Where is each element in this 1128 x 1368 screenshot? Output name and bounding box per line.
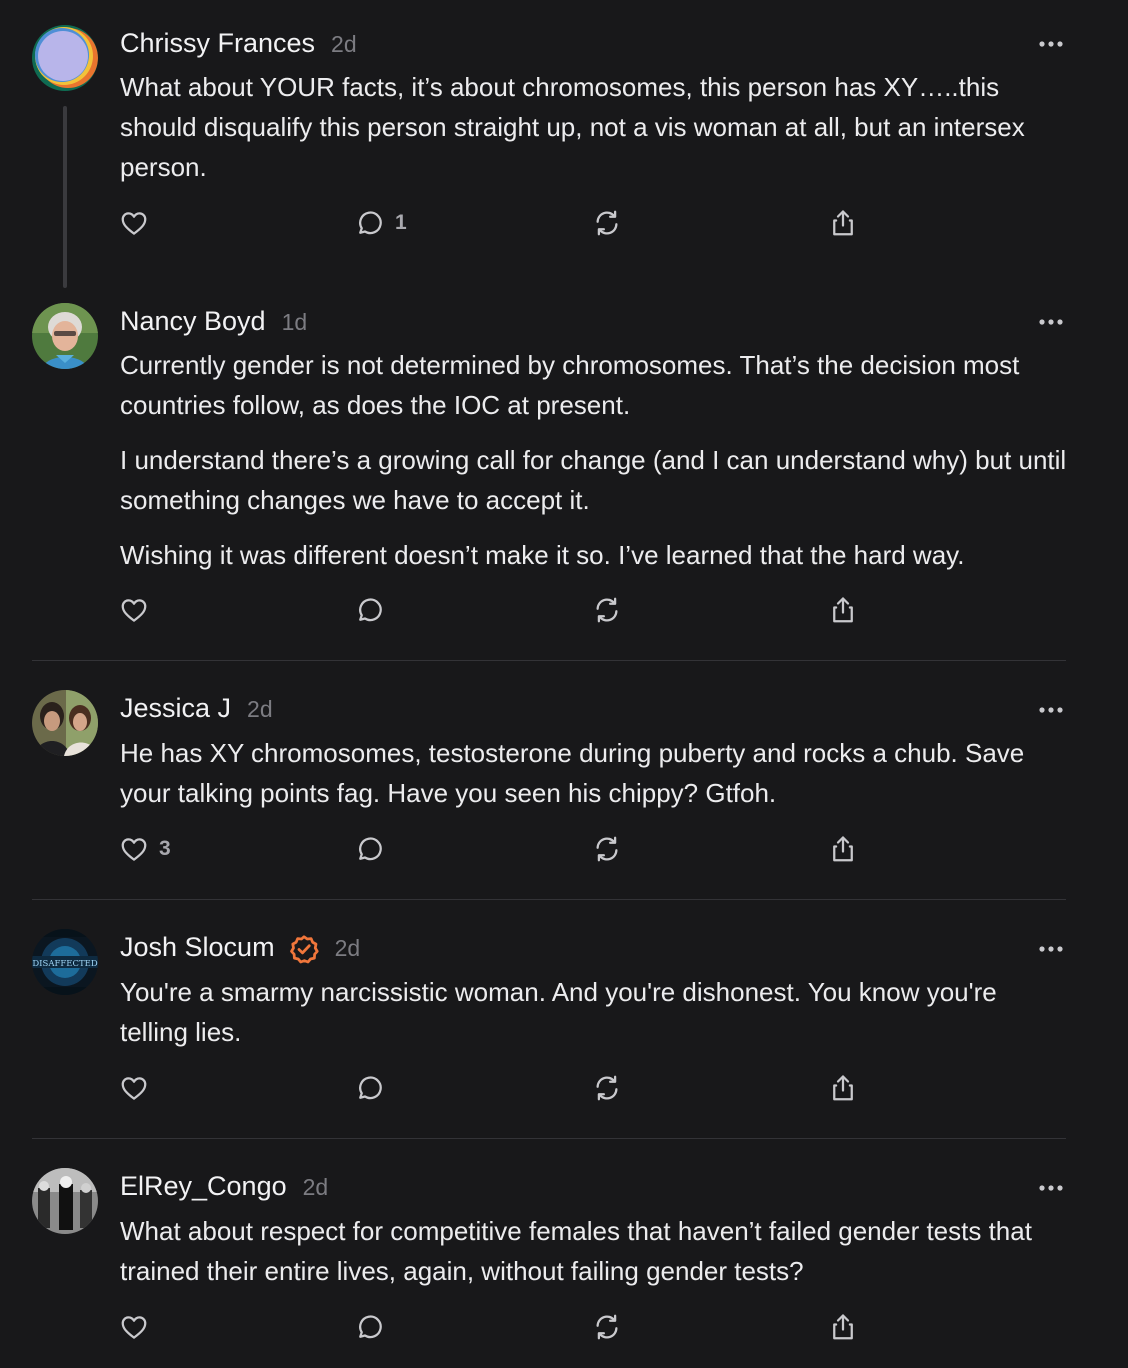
timestamp[interactable]: 2d [247,696,273,723]
reply-button[interactable] [355,592,395,628]
comment-header: ElRey_Congo 2d [120,1171,328,1205]
like-button[interactable] [119,1070,159,1106]
like-button[interactable] [119,1309,159,1345]
comment-header: Josh Slocum 2d [120,932,360,966]
comment-body: You're a smarmy narcissistic woman. And … [120,972,1070,1052]
comment-header: Chrissy Frances 2d [120,28,357,62]
share-icon [833,836,853,862]
more-options-icon[interactable] [1036,38,1066,50]
comment-item: DISAFFECTED Josh Slocum 2d You're a smar… [0,900,1128,1138]
restack-button[interactable] [592,1070,622,1106]
restack-icon [596,836,618,862]
comment-body: He has XY chromosomes, testosterone duri… [120,733,1070,813]
share-button[interactable] [828,1070,858,1106]
author-name[interactable]: ElRey_Congo [120,1171,287,1202]
comment-body: Currently gender is not determined by ch… [120,345,1070,575]
comment-paragraph: Currently gender is not determined by ch… [120,350,1020,420]
share-icon [833,210,853,236]
comment-paragraph: He has XY chromosomes, testosterone duri… [120,738,1025,808]
share-button[interactable] [828,831,858,867]
reply-button[interactable] [355,831,395,867]
author-name[interactable]: Josh Slocum [120,932,275,963]
heart-icon [121,212,147,235]
share-button[interactable] [828,1309,858,1345]
comment-actions [0,592,1128,628]
comment-actions [0,1309,1128,1345]
author-name[interactable]: Nancy Boyd [120,306,266,337]
author-name[interactable]: Jessica J [120,693,231,724]
restack-icon [596,1075,618,1101]
heart-icon [121,1077,147,1100]
speech-bubble-icon [359,1315,382,1339]
avatar[interactable] [32,1168,98,1234]
verified-badge-icon [289,935,319,964]
comment-item: Chrissy Frances 2d What about YOUR facts… [0,0,1128,290]
like-button[interactable] [119,592,159,628]
avatar[interactable] [32,25,98,91]
timestamp[interactable]: 2d [303,1174,329,1201]
thread-line [63,106,67,288]
reply-button[interactable] [355,1309,395,1345]
more-options-icon[interactable] [1036,316,1066,328]
heart-icon [121,1316,147,1339]
speech-bubble-icon [359,211,382,235]
reply-button[interactable] [355,1070,395,1106]
timestamp[interactable]: 1d [282,309,308,336]
comment-actions: 1 [0,205,1128,241]
share-icon [833,1075,853,1101]
comment-paragraph: I understand there’s a growing call for … [120,445,1067,515]
restack-icon [596,210,618,236]
heart-icon [121,599,147,622]
author-name[interactable]: Chrissy Frances [120,28,315,59]
like-button[interactable]: 3 [119,831,171,867]
reply-button[interactable]: 1 [355,205,407,241]
share-icon [833,597,853,623]
more-options-icon[interactable] [1036,943,1066,955]
avatar[interactable] [32,303,98,369]
comment-paragraph: What about YOUR facts, it’s about chromo… [120,72,1025,182]
like-button[interactable] [119,205,159,241]
more-options-icon[interactable] [1036,1182,1066,1194]
comment-paragraph: Wishing it was different doesn’t make it… [120,540,965,570]
restack-button[interactable] [592,592,622,628]
more-options-icon[interactable] [1036,704,1066,716]
reply-count: 1 [395,211,407,234]
comment-header: Nancy Boyd 1d [120,306,307,340]
restack-button[interactable] [592,205,622,241]
avatar[interactable]: DISAFFECTED [32,929,98,995]
comment-body: What about respect for competitive femal… [120,1211,1070,1291]
comment-item: Jessica J 2d He has XY chromosomes, test… [0,661,1128,899]
share-icon [833,1314,853,1340]
speech-bubble-icon [359,598,382,622]
restack-icon [596,1314,618,1340]
restack-button[interactable] [592,831,622,867]
avatar-logo-text: DISAFFECTED [32,959,98,969]
timestamp[interactable]: 2d [331,31,357,58]
comment-paragraph: You're a smarmy narcissistic woman. And … [120,977,997,1047]
comment-actions [0,1070,1128,1106]
comment-paragraph: What about respect for competitive femal… [120,1216,1032,1286]
comment-item: Nancy Boyd 1d Currently gender is not de… [0,290,1128,660]
restack-button[interactable] [592,1309,622,1345]
restack-icon [596,597,618,623]
comment-actions: 3 [0,831,1128,867]
comment-body: What about YOUR facts, it’s about chromo… [120,67,1070,187]
speech-bubble-icon [359,1076,382,1100]
share-button[interactable] [828,205,858,241]
share-button[interactable] [828,592,858,628]
speech-bubble-icon [359,837,382,861]
like-count: 3 [159,837,171,860]
heart-icon [121,838,147,861]
timestamp[interactable]: 2d [335,935,361,962]
avatar[interactable] [32,690,98,756]
comment-item: ElRey_Congo 2d What about respect for co… [0,1139,1128,1368]
comment-header: Jessica J 2d [120,693,273,727]
